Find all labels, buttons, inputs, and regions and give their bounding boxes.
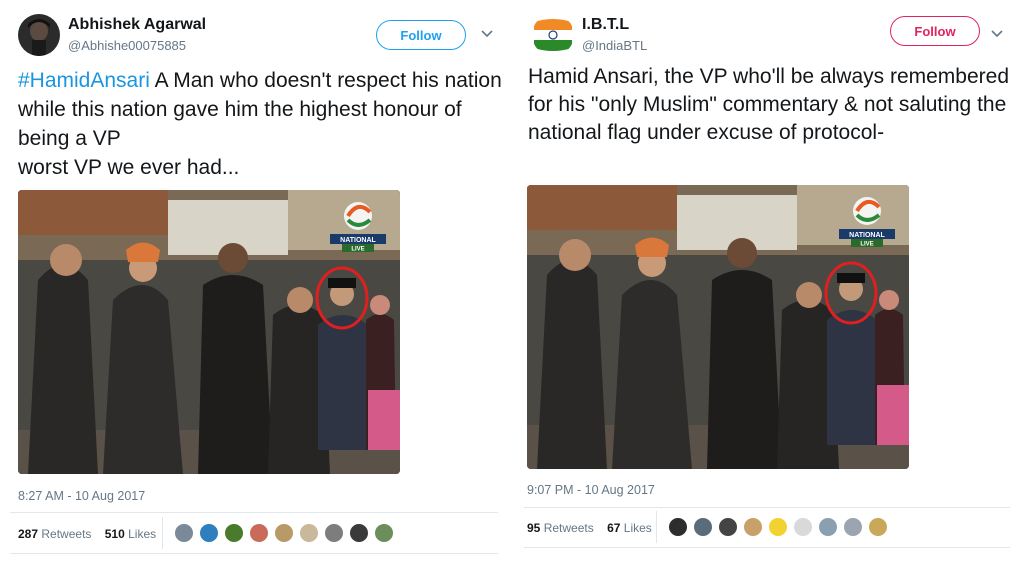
tweet-timestamp[interactable]: 8:27 AM - 10 Aug 2017	[18, 489, 145, 503]
tweet-text: Hamid Ansari, the VP who'll be always re…	[528, 65, 1010, 144]
tweet-photo[interactable]: NATIONAL LIVE	[527, 185, 909, 469]
liker-avatar[interactable]	[324, 523, 344, 543]
liker-avatar[interactable]	[768, 517, 788, 537]
follow-button[interactable]: Follow	[890, 16, 980, 46]
liker-avatar[interactable]	[249, 523, 269, 543]
retweet-count[interactable]: 95	[527, 521, 540, 535]
liker-avatar[interactable]	[349, 523, 369, 543]
tweet-card-abhishek: Abhishek Agarwal @Abhishe00075885 Follow…	[0, 0, 514, 562]
retweet-label[interactable]: Retweets	[41, 527, 91, 541]
hashtag-link[interactable]: #HamidAnsari	[18, 69, 150, 92]
channel-badge-text: NATIONAL	[849, 232, 885, 239]
liker-avatar[interactable]	[199, 523, 219, 543]
avatar[interactable]	[532, 14, 574, 56]
liker-avatar[interactable]	[868, 517, 888, 537]
tweet-stats: 95 Retweets 67 Likes	[527, 521, 652, 535]
liker-avatar[interactable]	[668, 517, 688, 537]
liker-avatar[interactable]	[274, 523, 294, 543]
liker-avatar[interactable]	[224, 523, 244, 543]
stats-separator	[162, 517, 163, 549]
liker-avatar[interactable]	[718, 517, 738, 537]
tweet-text-line2: worst VP we ever had...	[18, 156, 240, 179]
divider	[10, 553, 498, 554]
follow-button[interactable]: Follow	[376, 20, 466, 50]
like-label[interactable]: Likes	[624, 521, 652, 535]
author-handle[interactable]: @Abhishe00075885	[68, 38, 186, 53]
retweet-count[interactable]: 287	[18, 527, 38, 541]
chevron-down-icon[interactable]	[990, 28, 1004, 38]
author-name[interactable]: I.B.T.L	[582, 16, 629, 34]
tweet-timestamp[interactable]: 9:07 PM - 10 Aug 2017	[527, 483, 655, 497]
like-count[interactable]: 67	[607, 521, 620, 535]
liker-avatar[interactable]	[743, 517, 763, 537]
avatar[interactable]	[18, 14, 60, 56]
like-count[interactable]: 510	[105, 527, 125, 541]
tweet-photo[interactable]: NATIONAL LIVE	[18, 190, 400, 474]
author-handle[interactable]: @IndiaBTL	[582, 38, 647, 53]
liker-avatar[interactable]	[174, 523, 194, 543]
divider	[524, 547, 1010, 548]
divider	[10, 512, 498, 513]
tweet-text: #HamidAnsari A Man who doesn't respect h…	[18, 66, 508, 182]
liker-avatar[interactable]	[793, 517, 813, 537]
tweet-header: I.B.T.L @IndiaBTL Follow	[532, 14, 1006, 58]
liker-avatar[interactable]	[374, 523, 394, 543]
retweet-label[interactable]: Retweets	[544, 521, 594, 535]
author-name[interactable]: Abhishek Agarwal	[68, 16, 206, 34]
liker-avatar[interactable]	[818, 517, 838, 537]
channel-badge-sub: LIVE	[860, 242, 873, 248]
like-label[interactable]: Likes	[128, 527, 156, 541]
channel-badge-sub: LIVE	[351, 247, 364, 253]
stats-separator	[656, 511, 657, 543]
liker-avatar[interactable]	[693, 517, 713, 537]
channel-badge-text: NATIONAL	[340, 237, 376, 244]
chevron-down-icon[interactable]	[480, 28, 494, 38]
liker-avatar[interactable]	[843, 517, 863, 537]
liker-avatar[interactable]	[299, 523, 319, 543]
tweet-header: Abhishek Agarwal @Abhishe00075885 Follow	[18, 14, 496, 58]
tweet-card-ibtl: I.B.T.L @IndiaBTL Follow Hamid Ansari, t…	[514, 0, 1024, 562]
tweet-stats: 287 Retweets 510 Likes	[18, 527, 156, 541]
divider	[524, 507, 1010, 508]
